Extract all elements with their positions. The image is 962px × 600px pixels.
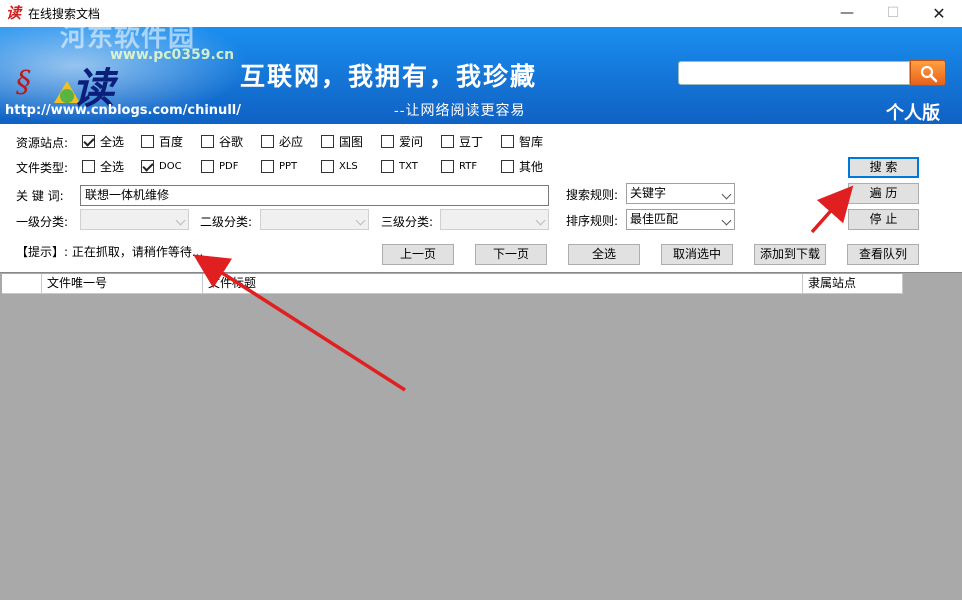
sort-rule-label: 排序规则: [566,214,619,228]
quick-search-button[interactable] [910,60,946,86]
author-link[interactable]: http://www.cnblogs.com/chinull/ [5,103,241,118]
next-page-button[interactable]: 下一页 [475,244,547,265]
checkbox-box[interactable] [261,160,274,173]
checkbox-box[interactable] [201,160,214,173]
checkbox-box[interactable] [82,135,95,148]
types-label: 文件类型: [16,161,69,175]
column-header-select[interactable] [2,274,42,294]
search-rule-label: 搜索规则: [566,188,619,202]
select-all-button[interactable]: 全选 [568,244,640,265]
search-button[interactable]: 搜 索 [848,157,919,178]
minimize-button[interactable]: — [824,0,870,27]
checkbox-box[interactable] [321,160,334,173]
add-to-download-button[interactable]: 添加到下载 [754,244,826,265]
banner-slogan: 互联网，我拥有，我珍藏 [240,62,538,91]
close-button[interactable]: ✕ [916,0,962,27]
column-header-id[interactable]: 文件唯一号 [42,274,203,294]
checkbox-box[interactable] [261,135,274,148]
quick-search-input[interactable] [678,61,910,85]
sort-rule-value: 最佳匹配 [630,212,679,226]
column-header-title[interactable]: 文件标题 [203,274,803,294]
chevron-down-icon [355,215,366,226]
edition-label: 个人版 [886,103,940,124]
column-header-site[interactable]: 隶属站点 [803,274,903,294]
prev-page-button[interactable]: 上一页 [382,244,454,265]
category1-label: 一级分类: [16,215,69,229]
category3-label: 三级分类: [381,215,434,229]
maximize-button[interactable]: ☐ [870,0,916,27]
chevron-down-icon [721,189,732,200]
table-header: 文件唯一号 文件标题 隶属站点 [2,274,903,294]
chevron-down-icon [721,215,732,226]
traverse-button[interactable]: 遍 历 [848,183,919,204]
category2-select[interactable] [260,209,369,230]
banner-subslogan: --让网络阅读更容易 [394,103,526,119]
checkbox-box[interactable] [381,160,394,173]
checkbox-box[interactable] [501,135,514,148]
checkbox-box[interactable] [82,160,95,173]
status-hint: 【提示】: 正在抓取，请稍作等待... [16,245,204,259]
view-queue-button[interactable]: 查看队列 [847,244,919,265]
window-title: 在线搜索文档 [28,7,101,21]
search-rule-select[interactable]: 关键字 [626,183,735,204]
checkbox-box[interactable] [141,135,154,148]
title-bar: 读 在线搜索文档 — ☐ ✕ [0,0,962,27]
stop-button[interactable]: 停 止 [848,209,919,230]
category3-select[interactable] [440,209,549,230]
keyword-label: 关 键 词: [16,189,64,203]
checkbox-box[interactable] [441,160,454,173]
search-rule-value: 关键字 [630,186,667,200]
category2-label: 二级分类: [200,215,253,229]
search-form: 资源站点: 全选 百度 谷歌 必应 国图 爱问 豆丁 智库 文件类型: 全选 D… [0,124,962,272]
deselect-button[interactable]: 取消选中 [661,244,733,265]
checkbox-box[interactable] [501,160,514,173]
category1-select[interactable] [80,209,189,230]
results-table[interactable]: 文件唯一号 文件标题 隶属站点 [0,272,962,600]
sort-rule-select[interactable]: 最佳匹配 [626,209,735,230]
checkbox-box[interactable] [381,135,394,148]
checkbox-box[interactable] [321,135,334,148]
checkbox-box[interactable] [201,135,214,148]
magnifier-icon [920,65,938,83]
watermark-site: www.pc0359.cn [110,47,235,63]
sources-label: 资源站点: [16,136,69,150]
chevron-down-icon [175,215,186,226]
checkbox-box[interactable] [441,135,454,148]
app-logo-icon: 读 [6,4,22,22]
header-banner: § 读 河东软件园 www.pc0359.cn 互联网，我拥有，我珍藏 --让网… [0,27,962,124]
chevron-down-icon [535,215,546,226]
keyword-input[interactable]: 联想一体机维修 [80,185,549,206]
checkbox-box[interactable] [141,160,154,173]
